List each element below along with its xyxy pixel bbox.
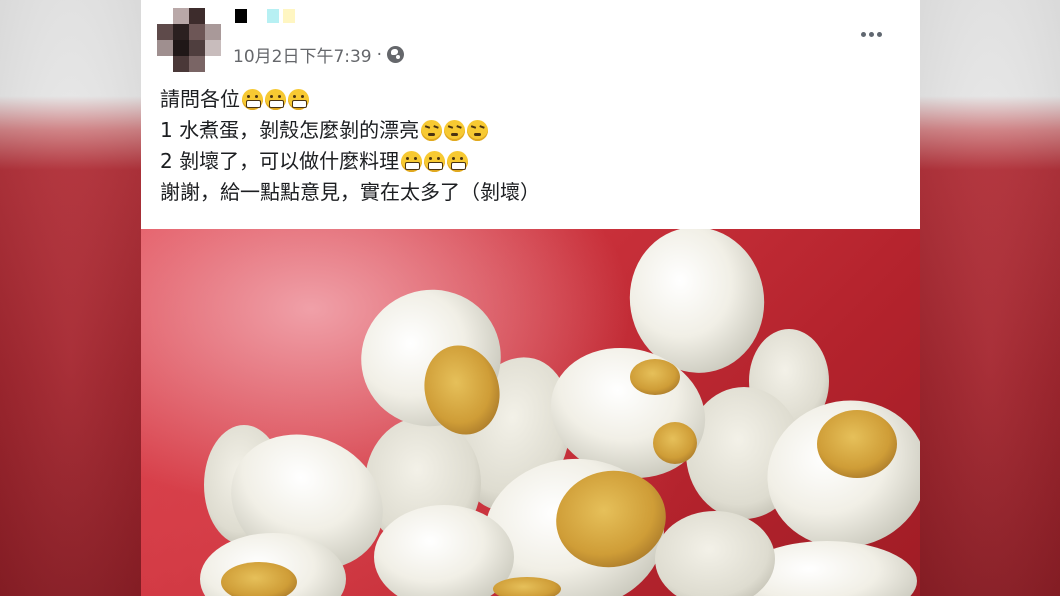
- grimacing-face-emoji: [288, 89, 309, 110]
- meta-separator: ·: [376, 44, 383, 65]
- steam-from-nose-emoji: [421, 120, 443, 141]
- more-options-button[interactable]: [849, 22, 893, 46]
- post-header: 10月2日下午7:39 ·: [141, 0, 920, 78]
- post-line-text: 請問各位: [160, 87, 240, 111]
- grimacing-face-emoji: [265, 89, 286, 110]
- redaction-block: [267, 9, 279, 23]
- redaction-block: [283, 9, 295, 23]
- blurred-background-left: [0, 0, 141, 596]
- post-photo[interactable]: [141, 229, 920, 596]
- grimacing-face-emoji: [401, 151, 423, 172]
- author-name-redacted[interactable]: [235, 8, 295, 24]
- screenshot: 10月2日下午7:39 · 請問各位 1 水煮蛋，剝殼怎麼剝的漂亮 2 剝壞了，…: [0, 0, 1060, 596]
- yolk: [817, 410, 897, 478]
- steam-from-nose-emoji: [467, 120, 489, 141]
- peeled-boiled-eggs-photo: [200, 229, 920, 596]
- post-line: 請問各位: [160, 84, 540, 115]
- post-line: 1 水煮蛋，剝殼怎麼剝的漂亮: [160, 115, 540, 146]
- post-meta: 10月2日下午7:39 ·: [233, 42, 405, 67]
- more-horizontal-icon: [860, 31, 866, 37]
- grimacing-face-emoji: [242, 89, 263, 110]
- post-line-text: 謝謝，給一點點意見，實在太多了（剝壞）: [160, 180, 540, 204]
- steam-from-nose-emoji: [444, 120, 466, 141]
- grimacing-face-emoji: [424, 151, 446, 172]
- grimacing-face-emoji: [447, 151, 469, 172]
- post-line: 謝謝，給一點點意見，實在太多了（剝壞）: [160, 177, 540, 208]
- redaction-block: [251, 9, 263, 23]
- egg: [655, 511, 775, 596]
- post-line: 2 剝壞了，可以做什麼料理: [160, 146, 540, 177]
- avatar[interactable]: [157, 8, 221, 72]
- globe-icon[interactable]: [387, 46, 405, 63]
- blurred-background-right: [920, 0, 1060, 596]
- post-line-text: 2 剝壞了，可以做什麼料理: [160, 149, 400, 173]
- post-body-text: 請問各位 1 水煮蛋，剝殼怎麼剝的漂亮 2 剝壞了，可以做什麼料理 謝謝，給一點…: [160, 84, 540, 208]
- post-line-text: 1 水煮蛋，剝殼怎麼剝的漂亮: [160, 118, 420, 142]
- yolk: [630, 359, 680, 395]
- facebook-post: 10月2日下午7:39 · 請問各位 1 水煮蛋，剝殼怎麼剝的漂亮 2 剝壞了，…: [141, 0, 920, 596]
- post-timestamp[interactable]: 10月2日下午7:39: [233, 42, 372, 67]
- redaction-block: [235, 9, 247, 23]
- yolk: [653, 422, 697, 464]
